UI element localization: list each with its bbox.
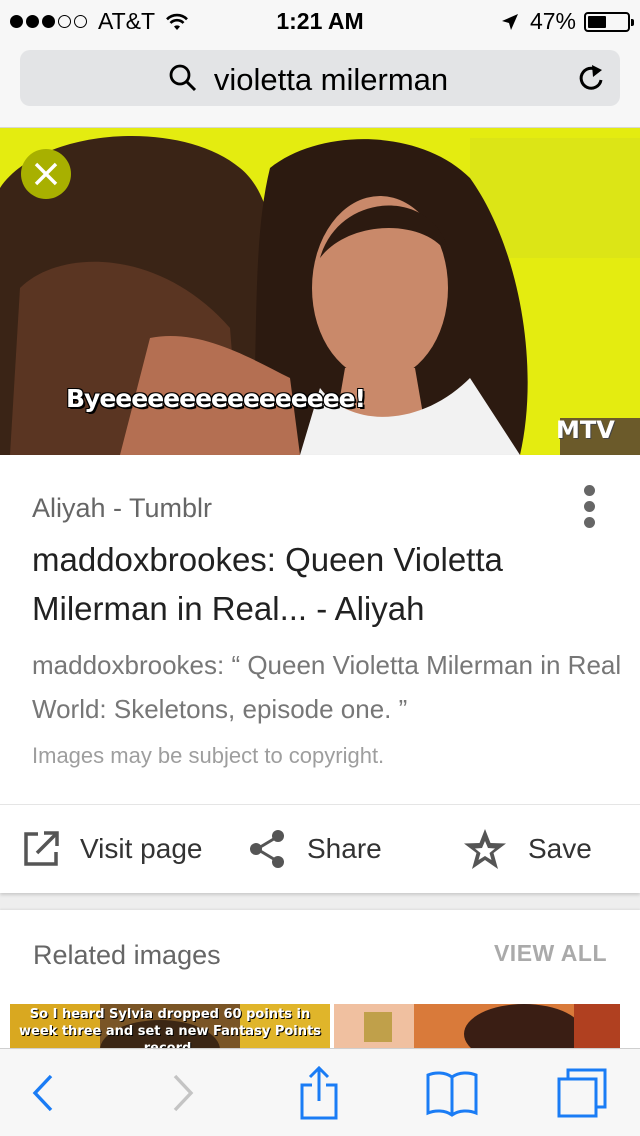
close-button[interactable]: [21, 149, 71, 199]
related-image-thumb[interactable]: So I heard Sylvia dropped 60 points in w…: [10, 1004, 330, 1050]
image-caption: Byeeeeeeeeeeeeeeee!: [66, 384, 366, 413]
save-label: Save: [528, 833, 592, 864]
visit-page-button[interactable]: Visit page: [22, 805, 202, 893]
bookmarks-button[interactable]: [424, 1049, 480, 1136]
result-title[interactable]: maddoxbrookes: Queen Violetta Milerman i…: [32, 535, 612, 633]
action-bar: Visit page Share Save: [0, 805, 640, 893]
bookmarks-icon: [426, 1071, 478, 1117]
result-info-card: Aliyah - Tumblr maddoxbrookes: Queen Vio…: [0, 455, 640, 893]
address-bar[interactable]: violetta milerman: [20, 50, 620, 106]
result-description: maddoxbrookes: “ Queen Violetta Milerman…: [32, 650, 622, 724]
battery-icon: [584, 11, 634, 32]
forward-icon: [173, 1074, 194, 1112]
view-all-link[interactable]: VIEW ALL: [494, 940, 607, 967]
reload-icon[interactable]: [576, 62, 606, 94]
forward-button[interactable]: [160, 1049, 206, 1136]
tabs-button[interactable]: [554, 1049, 610, 1136]
share-page-button[interactable]: [294, 1049, 344, 1136]
thumb-caption: So I heard Sylvia dropped 60 points in w…: [19, 1007, 321, 1050]
location-arrow-icon: [501, 13, 518, 30]
save-button[interactable]: Save: [462, 805, 592, 893]
mtv-logo: MTV: [556, 416, 615, 444]
close-icon: [34, 162, 58, 186]
star-icon: [464, 829, 506, 869]
share-icon: [250, 830, 284, 868]
tabs-icon: [557, 1068, 607, 1118]
status-bar: AT&T 1:21 AM 47%: [0, 0, 640, 40]
thumb-artwork: [334, 1004, 620, 1050]
address-query: violetta milerman: [213, 62, 449, 97]
more-vert-icon[interactable]: [584, 485, 596, 533]
browser-toolbar: [0, 1048, 640, 1136]
copyright-notice: Images may be subject to copyright.: [32, 743, 385, 768]
status-right: 47%: [500, 8, 634, 35]
related-images-card: Related images VIEW ALL So I heard Sylvi…: [0, 910, 640, 1050]
related-image-thumb[interactable]: [334, 1004, 620, 1050]
result-image: Byeeeeeeeeeeeeeeee! MTV: [0, 128, 640, 455]
battery-percent: 47%: [529, 8, 576, 34]
share-label: Share: [307, 833, 382, 864]
related-images-title: Related images: [33, 940, 221, 970]
browser-nav-bar: violetta milerman: [0, 40, 640, 128]
share-box-icon: [300, 1065, 338, 1120]
share-button[interactable]: Share: [247, 805, 382, 893]
back-button[interactable]: [20, 1049, 66, 1136]
open-in-new-icon: [24, 831, 59, 866]
visit-page-label: Visit page: [80, 833, 203, 864]
back-icon: [32, 1074, 53, 1112]
result-source: Aliyah - Tumblr: [32, 493, 213, 523]
